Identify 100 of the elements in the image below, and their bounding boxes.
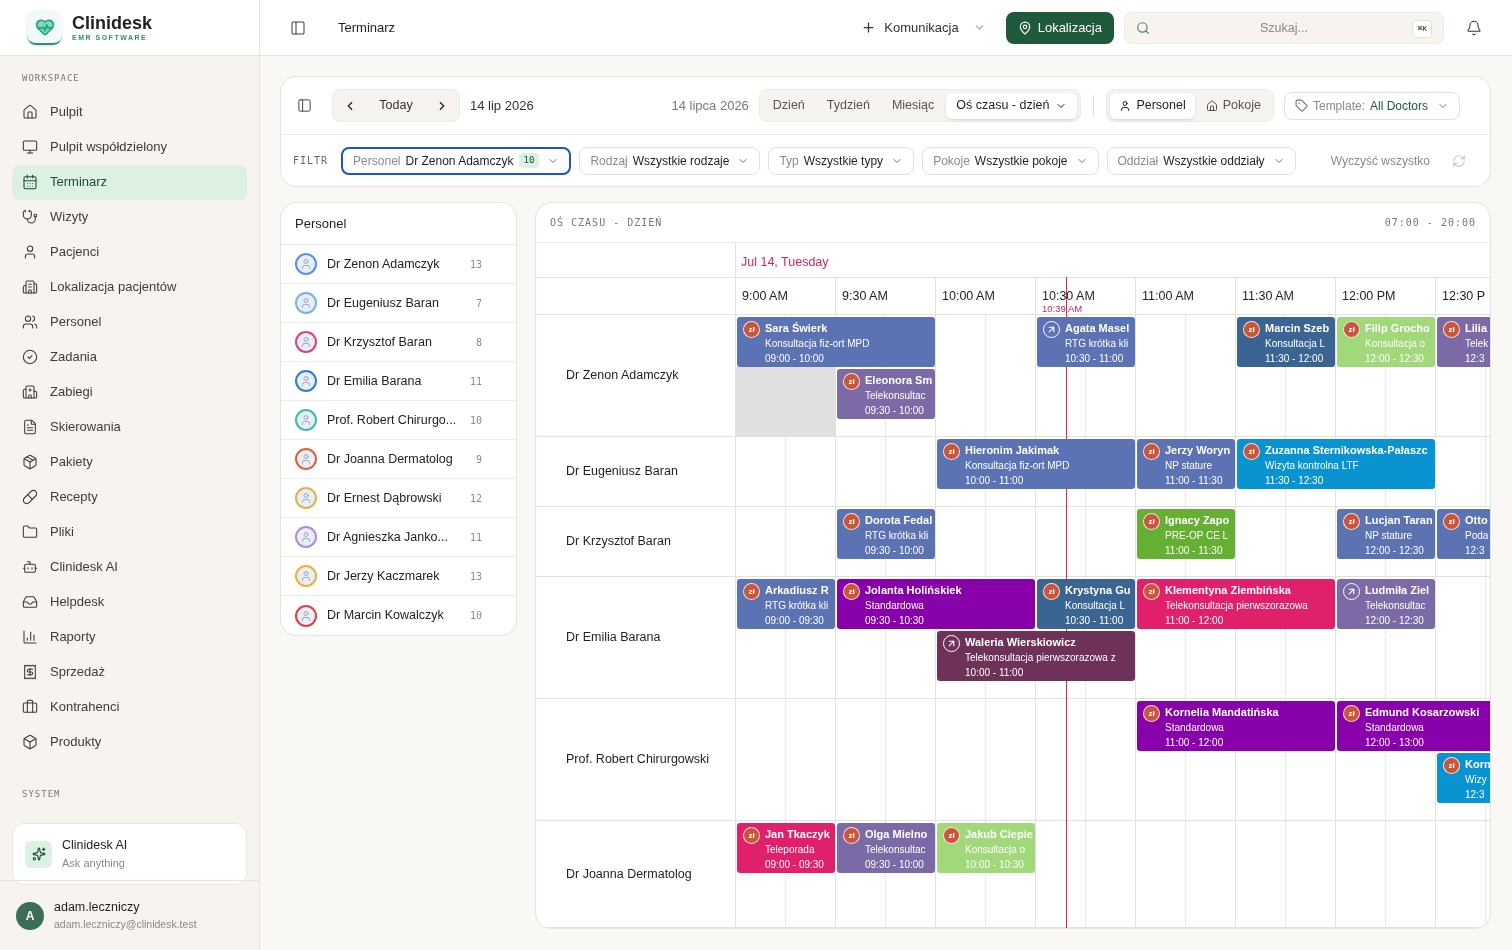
appointment-block[interactable]: zł Zuzanna Sternikowska-Pałaszc Wizyta kontrolna LTF 11:30 - 12:30 xyxy=(1237,439,1435,489)
users-icon xyxy=(22,314,38,330)
appointment-block[interactable]: zł Edmund Kosarzowski Standardowa 12:00 - 13:00 xyxy=(1337,701,1490,751)
appointment-time: 11:30 - 12:00 xyxy=(1265,352,1325,366)
nav-item[interactable]: Kontrahenci xyxy=(12,689,247,725)
clear-all-button[interactable]: Wyczyść wszystko xyxy=(1330,151,1430,170)
filter-dropdown[interactable]: Oddział Wszystkie oddziały xyxy=(1106,146,1296,175)
appointment-block[interactable]: zł Korn Wizy 12:3 xyxy=(1437,753,1490,803)
nav-item[interactable]: Terminarz xyxy=(12,164,247,200)
currency-badge: zł xyxy=(1343,513,1360,530)
appointment-block[interactable]: Ludmiła Ziel Telekonsultac 12:00 - 12:30 xyxy=(1337,579,1435,629)
appointment-block[interactable]: zł Hieronim Jakimak Konsultacja fiz-ort MPD 10:00 - 11:00 xyxy=(937,439,1135,489)
view-tab[interactable]: Tydzień xyxy=(816,92,880,119)
appointment-block[interactable]: zł Lucjan Taran NP stature 12:00 - 12:30 xyxy=(1337,509,1435,559)
staff-row[interactable]: Prof. Robert Chirurgo... 10 xyxy=(281,401,516,440)
nav-item[interactable]: Pulpit xyxy=(12,94,247,130)
appointment-block[interactable]: zł Eleonora Sm Telekonsultac 09:30 - 10:00 xyxy=(837,369,935,419)
mode-tab[interactable]: Personel xyxy=(1110,92,1195,119)
nav-item[interactable]: Sprzedaż xyxy=(12,654,247,690)
filter-dropdown[interactable]: Personel Dr Zenon Adamczyk 10 xyxy=(341,146,572,175)
currency-badge: zł xyxy=(743,583,760,600)
staff-row[interactable]: Dr Marcin Kowalczyk 10 xyxy=(281,596,516,635)
staff-row[interactable]: Dr Joanna Dermatolog 9 xyxy=(281,440,516,479)
nav-item[interactable]: Raporty xyxy=(12,619,247,655)
nav-item[interactable]: Clinidesk AI xyxy=(12,549,247,585)
appointment-block[interactable]: Agata Masel RTG krótka kli 10:30 - 11:00 xyxy=(1037,317,1135,367)
view-tab[interactable]: Oś czasu - dzień xyxy=(946,92,1078,119)
bell-icon[interactable] xyxy=(1466,19,1482,36)
appointment-block[interactable]: zł Dorota Fedal RTG krótka kli 09:30 - 10:00 xyxy=(837,509,935,559)
staff-row[interactable]: Dr Ernest Dąbrowski 12 xyxy=(281,479,516,518)
location-button[interactable]: Lokalizacja xyxy=(1005,11,1114,44)
view-tab[interactable]: Dzień xyxy=(762,92,815,119)
currency-badge: zł xyxy=(1243,443,1260,460)
nav-item[interactable]: Pliki xyxy=(12,514,247,550)
currency-badge: zł xyxy=(1143,443,1160,460)
currency-badge: zł xyxy=(843,513,860,530)
nav-item[interactable]: Zadania xyxy=(12,339,247,375)
appointment-type: Konsultacja L xyxy=(1065,599,1127,613)
appointment-block[interactable]: zł Krystyna Gu Konsultacja L 10:30 - 11:00 xyxy=(1037,579,1135,629)
appointment-block[interactable]: zł Sara Świerk Konsultacja fiz-ort MPD 09:00 - 10:00 xyxy=(737,317,935,367)
staff-row[interactable]: Dr Zenon Adamczyk 13 xyxy=(281,245,516,284)
appointment-type: Konsultacja o xyxy=(965,843,1027,857)
panel-toggle-icon[interactable] xyxy=(297,98,312,113)
filter-dropdown[interactable]: Rodzaj Wszystkie rodzaje xyxy=(579,146,761,175)
view-tab[interactable]: Miesiąc xyxy=(881,92,945,119)
time-label: 9:30 AM xyxy=(842,289,888,303)
nav-item[interactable]: Pulpit współdzielony xyxy=(12,129,247,165)
box-icon xyxy=(22,734,38,750)
nav-item[interactable]: Personel xyxy=(12,304,247,340)
sparkles-icon xyxy=(25,840,52,868)
filter-dropdown[interactable]: Pokoje Wszystkie pokoje xyxy=(922,146,1099,175)
nav-item[interactable]: Lokalizacja pacjentów xyxy=(12,269,247,305)
appointment-block[interactable]: zł Jakub Ciepie Konsultacja o 10:00 - 10:30 xyxy=(937,823,1035,873)
nav-item[interactable]: Helpdesk xyxy=(12,584,247,620)
nav-item[interactable]: Pakiety xyxy=(12,444,247,480)
appointment-block[interactable]: zł Jerzy Woryn NP stature 11:00 - 11:30 xyxy=(1137,439,1235,489)
appointment-block[interactable]: zł Jan Tkaczyk Teleporada 09:00 - 09:30 xyxy=(737,823,835,873)
nav-item[interactable]: Zabiegi xyxy=(12,374,247,410)
staff-row[interactable]: Dr Krzysztof Baran 8 xyxy=(281,323,516,362)
mode-tab[interactable]: Pokoje xyxy=(1196,92,1270,119)
staff-name: Dr Emilia Barana xyxy=(327,372,422,390)
communication-button[interactable]: Komunikacja xyxy=(851,11,996,44)
appointment-block[interactable]: zł Filip Grocho Konsultacja o 12:00 - 12:30 xyxy=(1337,317,1435,367)
package-icon xyxy=(22,454,38,470)
patient-name: Otto xyxy=(1465,513,1489,528)
staff-name: Dr Zenon Adamczyk xyxy=(327,255,440,273)
appointment-block[interactable]: zł Jolanta Holińskiek Standardowa 09:30 - 10:30 xyxy=(837,579,1035,629)
staff-row[interactable]: Dr Emilia Barana 11 xyxy=(281,362,516,401)
staff-row[interactable]: Dr Eugeniusz Baran 7 xyxy=(281,284,516,323)
appointment-block[interactable]: zł Ignacy Zapo PRE-OP CE L 11:00 - 11:30 xyxy=(1137,509,1235,559)
nav-item[interactable]: Wizyty xyxy=(12,199,247,235)
appointment-count: 11 xyxy=(469,374,482,389)
user-icon xyxy=(1119,99,1132,112)
appointment-block[interactable]: zł Olga Mielno Telekonsultac 09:30 - 10:00 xyxy=(837,823,935,873)
today-button[interactable]: Today xyxy=(379,96,413,115)
sidebar-toggle-icon[interactable] xyxy=(290,19,306,36)
template-value: All Doctors xyxy=(1370,97,1428,115)
filter-dropdown[interactable]: Typ Wszystkie typy xyxy=(768,146,915,175)
appointment-block[interactable]: zł Otto Poda 12:3 xyxy=(1437,509,1490,559)
appointment-block[interactable]: zł Arkadiusz R RTG krótka kli 09:00 - 09:30 xyxy=(737,579,835,629)
patient-name: Korn xyxy=(1465,757,1490,772)
staff-row[interactable]: Dr Jerzy Kaczmarek 13 xyxy=(281,557,516,596)
template-dropdown[interactable]: Template: All Doctors xyxy=(1283,91,1460,120)
nav-item[interactable]: Skierowania xyxy=(12,409,247,445)
nav-item[interactable]: Pacjenci xyxy=(12,234,247,270)
appointment-time: 09:30 - 10:00 xyxy=(865,858,925,872)
patient-name: Lucjan Taran xyxy=(1365,513,1433,528)
appointment-block[interactable]: zł Lilia Telek 12:3 xyxy=(1437,317,1490,367)
appointment-block[interactable]: zł Marcin Szeb Konsultacja L 11:30 - 12:00 xyxy=(1237,317,1335,367)
appointment-block[interactable]: Waleria Wierskiowicz Telekonsultacja pierwszorazowa z 10:00 - 11:00 xyxy=(937,631,1135,681)
appointment-block[interactable]: zł Klementyna Ziembińska Telekonsultacja pierwszorazowa 11:00 - 12:00 xyxy=(1137,579,1335,629)
staff-row[interactable]: Dr Agnieszka Janko... 11 xyxy=(281,518,516,557)
staff-name: Dr Eugeniusz Baran xyxy=(327,294,439,312)
assistant-card[interactable]: Clinidesk AI Ask anything xyxy=(12,823,247,885)
nav-item[interactable]: Produkty xyxy=(12,724,247,760)
appointment-block[interactable]: zł Kornelia Mandatińska Standardowa 11:00 - 12:00 xyxy=(1137,701,1335,751)
appointment-time: 12:3 xyxy=(1465,788,1486,802)
nav-item[interactable]: Recepty xyxy=(12,479,247,515)
appointment-type: Poda xyxy=(1465,529,1489,543)
panel-title: Personel xyxy=(281,203,516,245)
